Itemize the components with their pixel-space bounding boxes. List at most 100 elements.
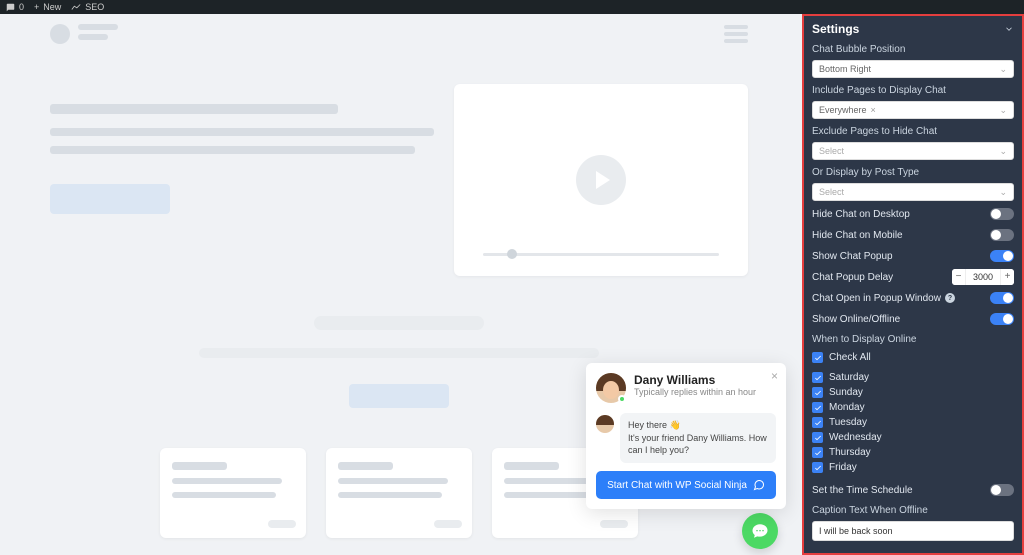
checkbox-icon — [812, 417, 823, 428]
chat-message: Hey there 👋 It's your friend Dany Willia… — [620, 413, 776, 463]
start-chat-label: Start Chat with WP Social Ninja — [607, 480, 747, 491]
agent-mini-avatar — [596, 415, 614, 433]
settings-title-row[interactable]: Settings — [812, 20, 1014, 37]
popup-delay-label: Chat Popup Delay — [812, 272, 893, 283]
bubble-position-value: Bottom Right — [819, 64, 871, 74]
day-label: Saturday — [829, 372, 869, 383]
hide-desktop-label: Hide Chat on Desktop — [812, 209, 910, 220]
check-all-label: Check All — [829, 352, 871, 363]
new-label: New — [43, 2, 61, 12]
feature-card — [160, 448, 306, 538]
post-type-label: Or Display by Post Type — [812, 167, 1014, 178]
day-list: Saturday Sunday Monday Tuesday Wednesday Thur… — [812, 370, 1014, 475]
hero-text — [50, 84, 434, 276]
show-online-label: Show Online/Offline — [812, 314, 900, 325]
start-chat-button[interactable]: Start Chat with WP Social Ninja — [596, 471, 776, 499]
show-online-row: Show Online/Offline — [812, 311, 1014, 327]
bubble-position-label: Chat Bubble Position — [812, 44, 1014, 55]
day-label: Thursday — [829, 447, 871, 458]
hide-mobile-label: Hide Chat on Mobile — [812, 230, 903, 241]
day-row[interactable]: Tuesday — [812, 415, 1014, 430]
info-icon[interactable]: ? — [945, 293, 955, 303]
stepper-decrement[interactable]: − — [952, 269, 966, 285]
checkbox-icon — [812, 447, 823, 458]
show-popup-row: Show Chat Popup — [812, 248, 1014, 264]
include-pages-value: Everywhere — [819, 105, 867, 115]
hide-mobile-toggle[interactable] — [990, 229, 1014, 241]
show-popup-toggle[interactable] — [990, 250, 1014, 262]
agent-subtitle: Typically replies within an hour — [634, 387, 756, 397]
feature-card — [326, 448, 472, 538]
checkbox-icon — [812, 372, 823, 383]
day-row[interactable]: Saturday — [812, 370, 1014, 385]
exclude-pages-select[interactable]: Select ⌄ — [812, 142, 1014, 160]
chevron-down-icon: ⌄ — [999, 64, 1007, 75]
time-schedule-row: Set the Time Schedule — [812, 482, 1014, 498]
time-schedule-label: Set the Time Schedule — [812, 485, 913, 496]
video-slider[interactable] — [483, 253, 718, 256]
caption-offline-input[interactable] — [812, 521, 1014, 541]
checkbox-icon — [812, 462, 823, 473]
day-label: Tuesday — [829, 417, 867, 428]
chevron-down-icon — [1004, 24, 1014, 34]
day-row[interactable]: Wednesday — [812, 430, 1014, 445]
open-window-toggle[interactable] — [990, 292, 1014, 304]
logo-placeholder — [50, 24, 70, 44]
checkbox-icon — [812, 387, 823, 398]
chat-bubble-icon — [751, 522, 769, 540]
video-card[interactable] — [454, 84, 748, 276]
post-type-select[interactable]: Select ⌄ — [812, 183, 1014, 201]
admin-new[interactable]: + New — [34, 2, 61, 12]
section-subtitle-placeholder — [199, 348, 599, 358]
section-title-placeholder — [314, 316, 484, 330]
section-button-placeholder — [349, 384, 449, 408]
bubble-position-select[interactable]: Bottom Right ⌄ — [812, 60, 1014, 78]
post-type-placeholder: Select — [819, 187, 844, 197]
seo-icon — [71, 3, 81, 11]
check-all-row[interactable]: Check All — [812, 350, 1014, 365]
show-online-toggle[interactable] — [990, 313, 1014, 325]
menu-icon[interactable] — [724, 25, 748, 43]
tag-remove-icon[interactable]: × — [871, 105, 876, 115]
chevron-down-icon: ⌄ — [999, 146, 1007, 157]
admin-seo[interactable]: SEO — [71, 2, 104, 12]
include-pages-select[interactable]: Everywhere × ⌄ — [812, 101, 1014, 119]
day-label: Monday — [829, 402, 865, 413]
day-row[interactable]: Monday — [812, 400, 1014, 415]
exclude-pages-label: Exclude Pages to Hide Chat — [812, 126, 1014, 137]
include-pages-label: Include Pages to Display Chat — [812, 85, 1014, 96]
seo-label: SEO — [85, 2, 104, 12]
play-icon[interactable] — [576, 155, 626, 205]
comment-icon — [6, 3, 15, 12]
online-status-dot — [618, 395, 626, 403]
hide-desktop-toggle[interactable] — [990, 208, 1014, 220]
hero-section — [0, 44, 798, 286]
page-header — [0, 14, 798, 44]
page-preview: × Dany Williams Typically replies within… — [0, 14, 798, 555]
chat-icon — [753, 479, 765, 491]
settings-panel: Settings Chat Bubble Position Bottom Rig… — [802, 14, 1024, 555]
agent-name: Dany Williams — [634, 373, 756, 387]
admin-comments[interactable]: 0 — [6, 2, 24, 12]
popup-delay-input[interactable] — [966, 269, 1000, 285]
caption-offline-label: Caption Text When Offline — [812, 505, 1014, 516]
chat-bubble-button[interactable] — [742, 513, 778, 549]
day-row[interactable]: Friday — [812, 460, 1014, 475]
wp-admin-bar: 0 + New SEO — [0, 0, 1024, 14]
close-icon[interactable]: × — [771, 369, 778, 383]
plus-icon: + — [34, 2, 39, 12]
chat-body: It's your friend Dany Williams. How can … — [628, 433, 767, 456]
popup-delay-stepper[interactable]: − + — [952, 269, 1014, 285]
day-row[interactable]: Thursday — [812, 445, 1014, 460]
chat-greeting: Hey there 👋 — [628, 420, 681, 430]
chevron-down-icon: ⌄ — [999, 105, 1007, 116]
popup-delay-row: Chat Popup Delay − + — [812, 269, 1014, 285]
day-label: Wednesday — [829, 432, 882, 443]
day-row[interactable]: Sunday — [812, 385, 1014, 400]
stepper-increment[interactable]: + — [1000, 269, 1014, 285]
time-schedule-toggle[interactable] — [990, 484, 1014, 496]
checkbox-icon — [812, 352, 823, 363]
hide-desktop-row: Hide Chat on Desktop — [812, 206, 1014, 222]
open-window-label: Chat Open in Popup Window ? — [812, 293, 955, 304]
settings-title: Settings — [812, 22, 859, 36]
